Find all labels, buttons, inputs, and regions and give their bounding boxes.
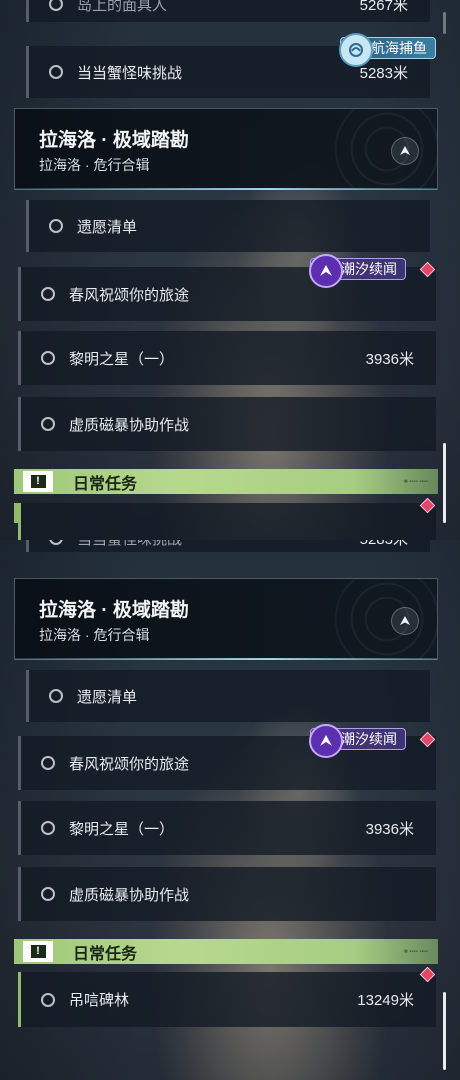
navigate-icon [400, 616, 410, 625]
chapter-subtitle: 拉海洛 · 危行合辑 [39, 627, 150, 643]
tide-tag[interactable]: 潮汐续闻 [309, 724, 406, 758]
quest-item-prev-a[interactable]: 岛上的面具人 5267米 [26, 0, 430, 22]
quest-list-frame-top: 岛上的面具人 5267米 航海捕鱼 当当蟹怪味挑战 5283米 拉海洛 · 极域… [0, 0, 460, 540]
chapter-header[interactable]: 拉海洛 · 极域踏勘 拉海洛 · 危行合辑 [14, 578, 438, 660]
daily-quests-title: 日常任务 [73, 475, 138, 493]
chapter-underline [15, 188, 437, 190]
chapter-underline [15, 658, 437, 660]
scrollbar-thumb[interactable] [443, 443, 446, 523]
radio-icon [49, 540, 63, 545]
quest-item-distance: 3936米 [365, 350, 414, 368]
navigate-button[interactable] [391, 137, 419, 165]
radio-icon [49, 689, 63, 703]
tide-tag-label: 潮汐续闻 [341, 731, 397, 747]
navigate-icon [400, 146, 410, 155]
fishing-tag[interactable]: 航海捕鱼 [339, 33, 436, 67]
quest-item-magnetic-storm[interactable]: 虚质磁暴协助作战 [18, 397, 436, 451]
quest-item-label: 黎明之星（一） [69, 820, 175, 838]
chapter-title: 拉海洛 · 极域踏勘 [39, 130, 189, 151]
quest-item-distance: 13249米 [357, 992, 414, 1009]
quest-list-frame-bottom: 当当蟹怪味挑战 5283米 拉海洛 · 极域踏勘 拉海洛 · 危行合辑 遗愿清单… [0, 540, 460, 1080]
radio-icon [49, 65, 63, 79]
quest-item-magnetic-storm[interactable]: 虚质磁暴协助作战 [18, 867, 436, 921]
radio-icon [41, 287, 55, 301]
radio-icon [41, 756, 55, 770]
daily-quest-edge [14, 503, 18, 523]
quest-item-label: 吊唁碑林 [69, 992, 130, 1009]
quest-item-label: 黎明之星（一） [69, 350, 175, 368]
scrollbar-thumb[interactable] [443, 992, 446, 1070]
quest-item-label: 春风祝颂你的旅途 [69, 286, 190, 304]
quest-item-last-wish[interactable]: 遗愿清单 [26, 670, 430, 722]
quest-item-label: 岛上的面具人 [77, 0, 168, 14]
daily-quests-title: 日常任务 [73, 945, 138, 963]
quest-item-last-wish[interactable]: 遗愿清单 [26, 200, 430, 252]
alert-icon: ! [23, 941, 53, 962]
radio-icon [41, 821, 55, 835]
quest-item-distance: 5283米 [360, 540, 408, 549]
tide-tag[interactable]: 潮汐续闻 [309, 254, 406, 288]
daily-quest-item-memorial[interactable]: 吊唁碑林 13249米 [18, 972, 436, 1027]
header-decoration: ■ ▪▪▪▪ ▪▪▪▪ [404, 478, 428, 485]
radio-icon [41, 887, 55, 901]
quest-item-dawn-star[interactable]: 黎明之星（一） 3936米 [18, 331, 436, 385]
quest-item-label: 虚质磁暴协助作战 [69, 416, 190, 434]
radio-icon [41, 351, 55, 365]
quest-item-label: 当当蟹怪味挑战 [77, 540, 360, 549]
chapter-title: 拉海洛 · 极域踏勘 [39, 600, 189, 621]
daily-quests-header[interactable]: ! 日常任务 ■ ▪▪▪▪ ▪▪▪▪ [14, 469, 438, 494]
quest-item-prev[interactable]: 当当蟹怪味挑战 5283米 [26, 540, 430, 552]
quest-item-distance: 5283米 [359, 64, 408, 82]
daily-quests-header[interactable]: ! 日常任务 ■ ▪▪▪▪ ▪▪▪▪ [14, 939, 438, 964]
radio-icon [49, 219, 63, 233]
quest-item-label: 遗愿清单 [77, 218, 138, 236]
quest-item-distance: 5267米 [359, 0, 408, 14]
radio-icon [41, 417, 55, 431]
navigate-button[interactable] [391, 607, 419, 635]
scrollbar-track-top [443, 12, 446, 34]
tide-tag-label: 潮汐续闻 [341, 261, 397, 277]
quest-item-label: 虚质磁暴协助作战 [69, 886, 190, 904]
radio-icon [41, 992, 55, 1007]
chapter-subtitle: 拉海洛 · 危行合辑 [39, 157, 150, 173]
quest-item-label: 遗愿清单 [77, 688, 138, 706]
fishing-tag-label: 航海捕鱼 [371, 40, 427, 56]
quest-item-distance: 3936米 [365, 820, 414, 838]
chapter-header[interactable]: 拉海洛 · 极域踏勘 拉海洛 · 危行合辑 [14, 108, 438, 190]
tide-icon [309, 724, 343, 758]
daily-quest-item-partial[interactable] [18, 503, 436, 540]
quest-item-dawn-star[interactable]: 黎明之星（一） 3936米 [18, 801, 436, 855]
alert-icon: ! [23, 471, 53, 492]
radio-icon [49, 0, 63, 11]
tide-icon [309, 254, 343, 288]
header-decoration: ■ ▪▪▪▪ ▪▪▪▪ [404, 948, 428, 955]
fishing-icon [339, 33, 373, 67]
quest-item-label: 当当蟹怪味挑战 [77, 64, 183, 82]
quest-item-label: 春风祝颂你的旅途 [69, 755, 190, 773]
